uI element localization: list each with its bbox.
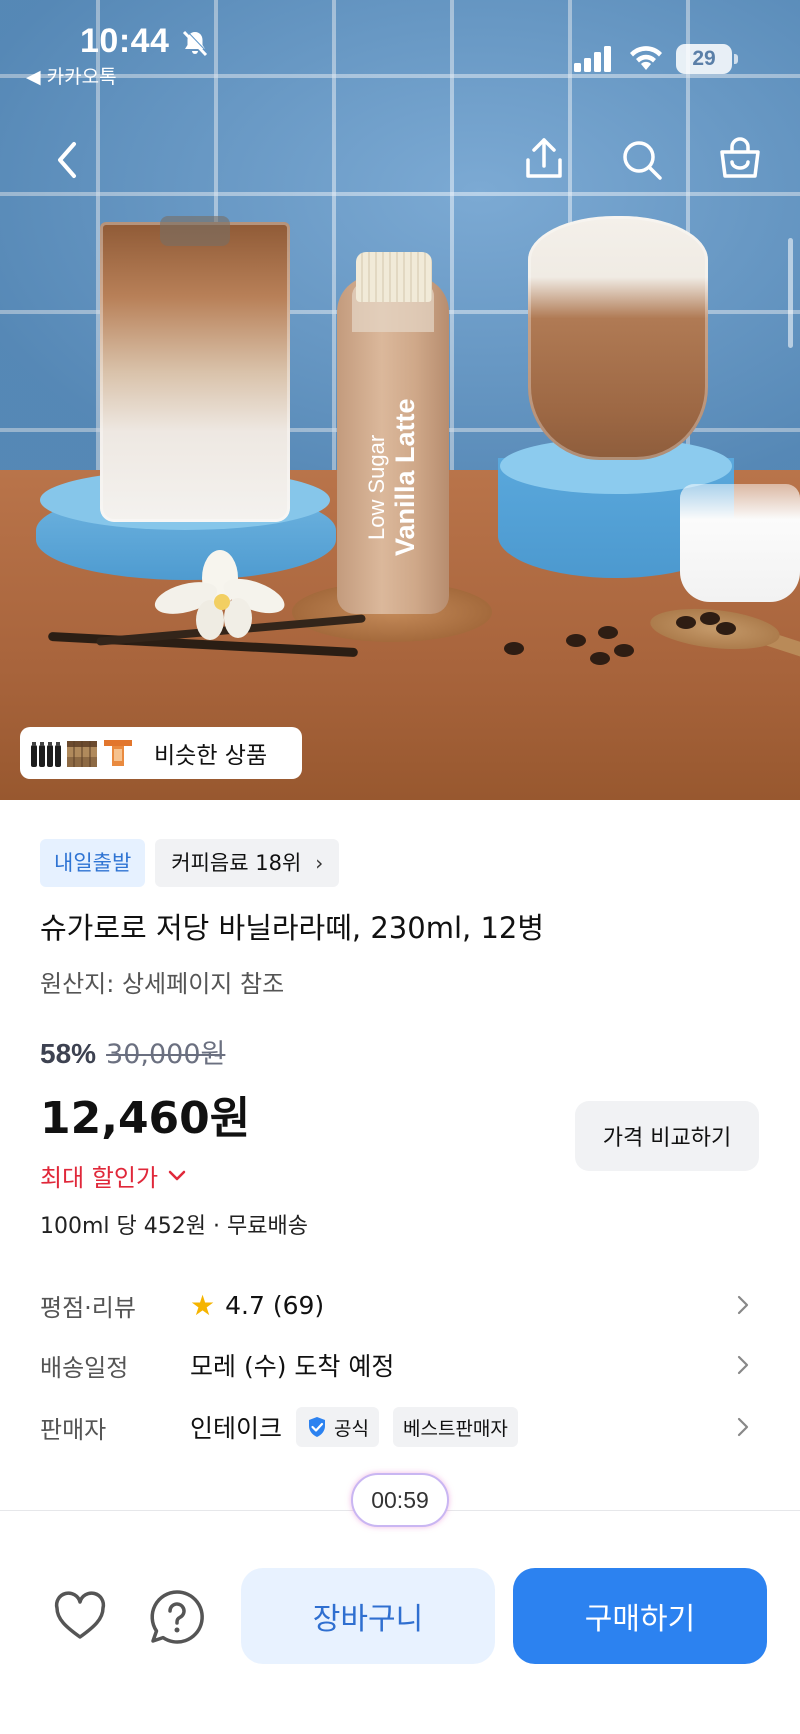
coffee-bean <box>566 634 586 647</box>
seller-name: 인테이크 <box>190 1414 283 1443</box>
countdown-timer: 00:59 <box>351 1473 449 1527</box>
delivery-value: 모레 (수) 도착 예정 <box>190 1352 395 1381</box>
share-icon[interactable] <box>514 130 574 190</box>
chevron-right-icon <box>737 1295 749 1315</box>
add-to-cart-button[interactable]: 장바구니 <box>241 1568 495 1664</box>
chevron-right-icon <box>737 1417 749 1437</box>
delivery-schedule-row[interactable]: 배송일정 모레 (수) 도착 예정 <box>40 1340 760 1390</box>
max-discount-toggle[interactable]: 최대 할인가 <box>40 1158 186 1193</box>
chevron-right-icon: › <box>315 851 324 875</box>
rating-review-row[interactable]: 평점·리뷰 ★ 4.7 (69) <box>40 1280 760 1330</box>
chevron-right-icon <box>737 1355 749 1375</box>
scroll-indicator <box>788 238 793 348</box>
orange-pack-thumbnail <box>104 740 132 766</box>
signal-icon <box>574 46 611 72</box>
top-navigation <box>0 130 800 200</box>
coffee-bean <box>700 612 720 625</box>
ice-cube <box>160 216 230 246</box>
coffee-bean <box>614 644 634 657</box>
best-seller-badge: 베스트판매자 <box>392 1407 518 1447</box>
badge-row: 내일출발 커피음료 18위 › <box>40 839 340 887</box>
compare-price-button[interactable]: 가격 비교하기 <box>575 1101 759 1171</box>
black-bottles-thumbnail <box>31 742 61 767</box>
seller-label: 판매자 <box>40 1415 107 1444</box>
star-icon: ★ <box>190 1288 216 1322</box>
seller-row[interactable]: 판매자 인테이크 공식 베스트판매자 <box>40 1402 760 1452</box>
category-rank-badge[interactable]: 커피음료 18위 › <box>155 839 340 887</box>
official-label: 공식 <box>334 1417 369 1440</box>
coffee-bean <box>716 622 736 635</box>
coffee-bean <box>676 616 696 629</box>
similar-products-button[interactable]: 비슷한 상품 <box>20 727 302 779</box>
heart-icon[interactable] <box>52 1590 108 1642</box>
rating-value: 4.7 (69) <box>225 1290 325 1320</box>
similar-products-label: 비슷한 상품 <box>154 743 268 769</box>
hot-latte-glass <box>528 216 708 460</box>
iced-latte-glass <box>100 222 290 522</box>
shopping-bag-icon[interactable] <box>710 130 770 190</box>
delivery-badge: 내일출발 <box>40 839 146 887</box>
original-price: 30,000원 <box>106 1039 226 1070</box>
coffee-bean <box>504 642 524 655</box>
status-time: 10:44 <box>80 22 170 60</box>
search-icon[interactable] <box>612 130 672 190</box>
buy-now-button[interactable]: 구매하기 <box>513 1568 767 1664</box>
chevron-down-icon <box>168 1170 186 1180</box>
status-bar: 10:44 ◀ 카카오톡 29 <box>0 0 800 90</box>
back-arrow-icon[interactable] <box>38 130 98 190</box>
coffee-bean <box>590 652 610 665</box>
max-discount-label: 최대 할인가 <box>40 1164 159 1192</box>
rating-value-group: ★ 4.7 (69) <box>190 1289 324 1322</box>
category-rank-label: 커피음료 18위 <box>171 851 302 875</box>
discount-percent: 58% <box>40 1038 97 1069</box>
product-hero-image[interactable]: Low Sugar Vanilla Latte 10:44 ◀ 카카오톡 29 … <box>0 0 800 800</box>
brown-bottles-thumbnail <box>67 741 97 767</box>
rating-label: 평점·리뷰 <box>40 1293 136 1322</box>
wifi-icon <box>630 46 662 70</box>
seller-value-group: 인테이크 공식 베스트판매자 <box>190 1407 518 1447</box>
verified-shield-icon <box>309 1417 326 1437</box>
question-icon[interactable] <box>148 1588 206 1646</box>
delivery-label: 배송일정 <box>40 1353 129 1382</box>
flower-icon <box>154 550 285 640</box>
bottle-cap <box>356 252 432 302</box>
product-origin: 원산지: 상세페이지 참조 <box>40 970 285 998</box>
bell-muted-icon <box>182 29 209 57</box>
coffee-bean <box>598 626 618 639</box>
bottle-text-large: Vanilla Latte <box>390 398 420 556</box>
unit-price-shipping: 100ml 당 452원 · 무료배송 <box>40 1214 308 1239</box>
product-title: 슈가로로 저당 바닐라라떼, 230ml, 12병 <box>40 911 545 945</box>
official-seller-badge: 공식 <box>296 1407 379 1447</box>
milk-pitcher <box>680 484 800 602</box>
bottle-text-small: Low Sugar <box>364 434 389 540</box>
back-to-app-link[interactable]: ◀ 카카오톡 <box>26 62 117 89</box>
sale-price: 12,460원 <box>40 1093 251 1144</box>
discount-row: 58% 30,000원 <box>40 1032 225 1071</box>
battery-indicator: 29 <box>676 44 738 74</box>
